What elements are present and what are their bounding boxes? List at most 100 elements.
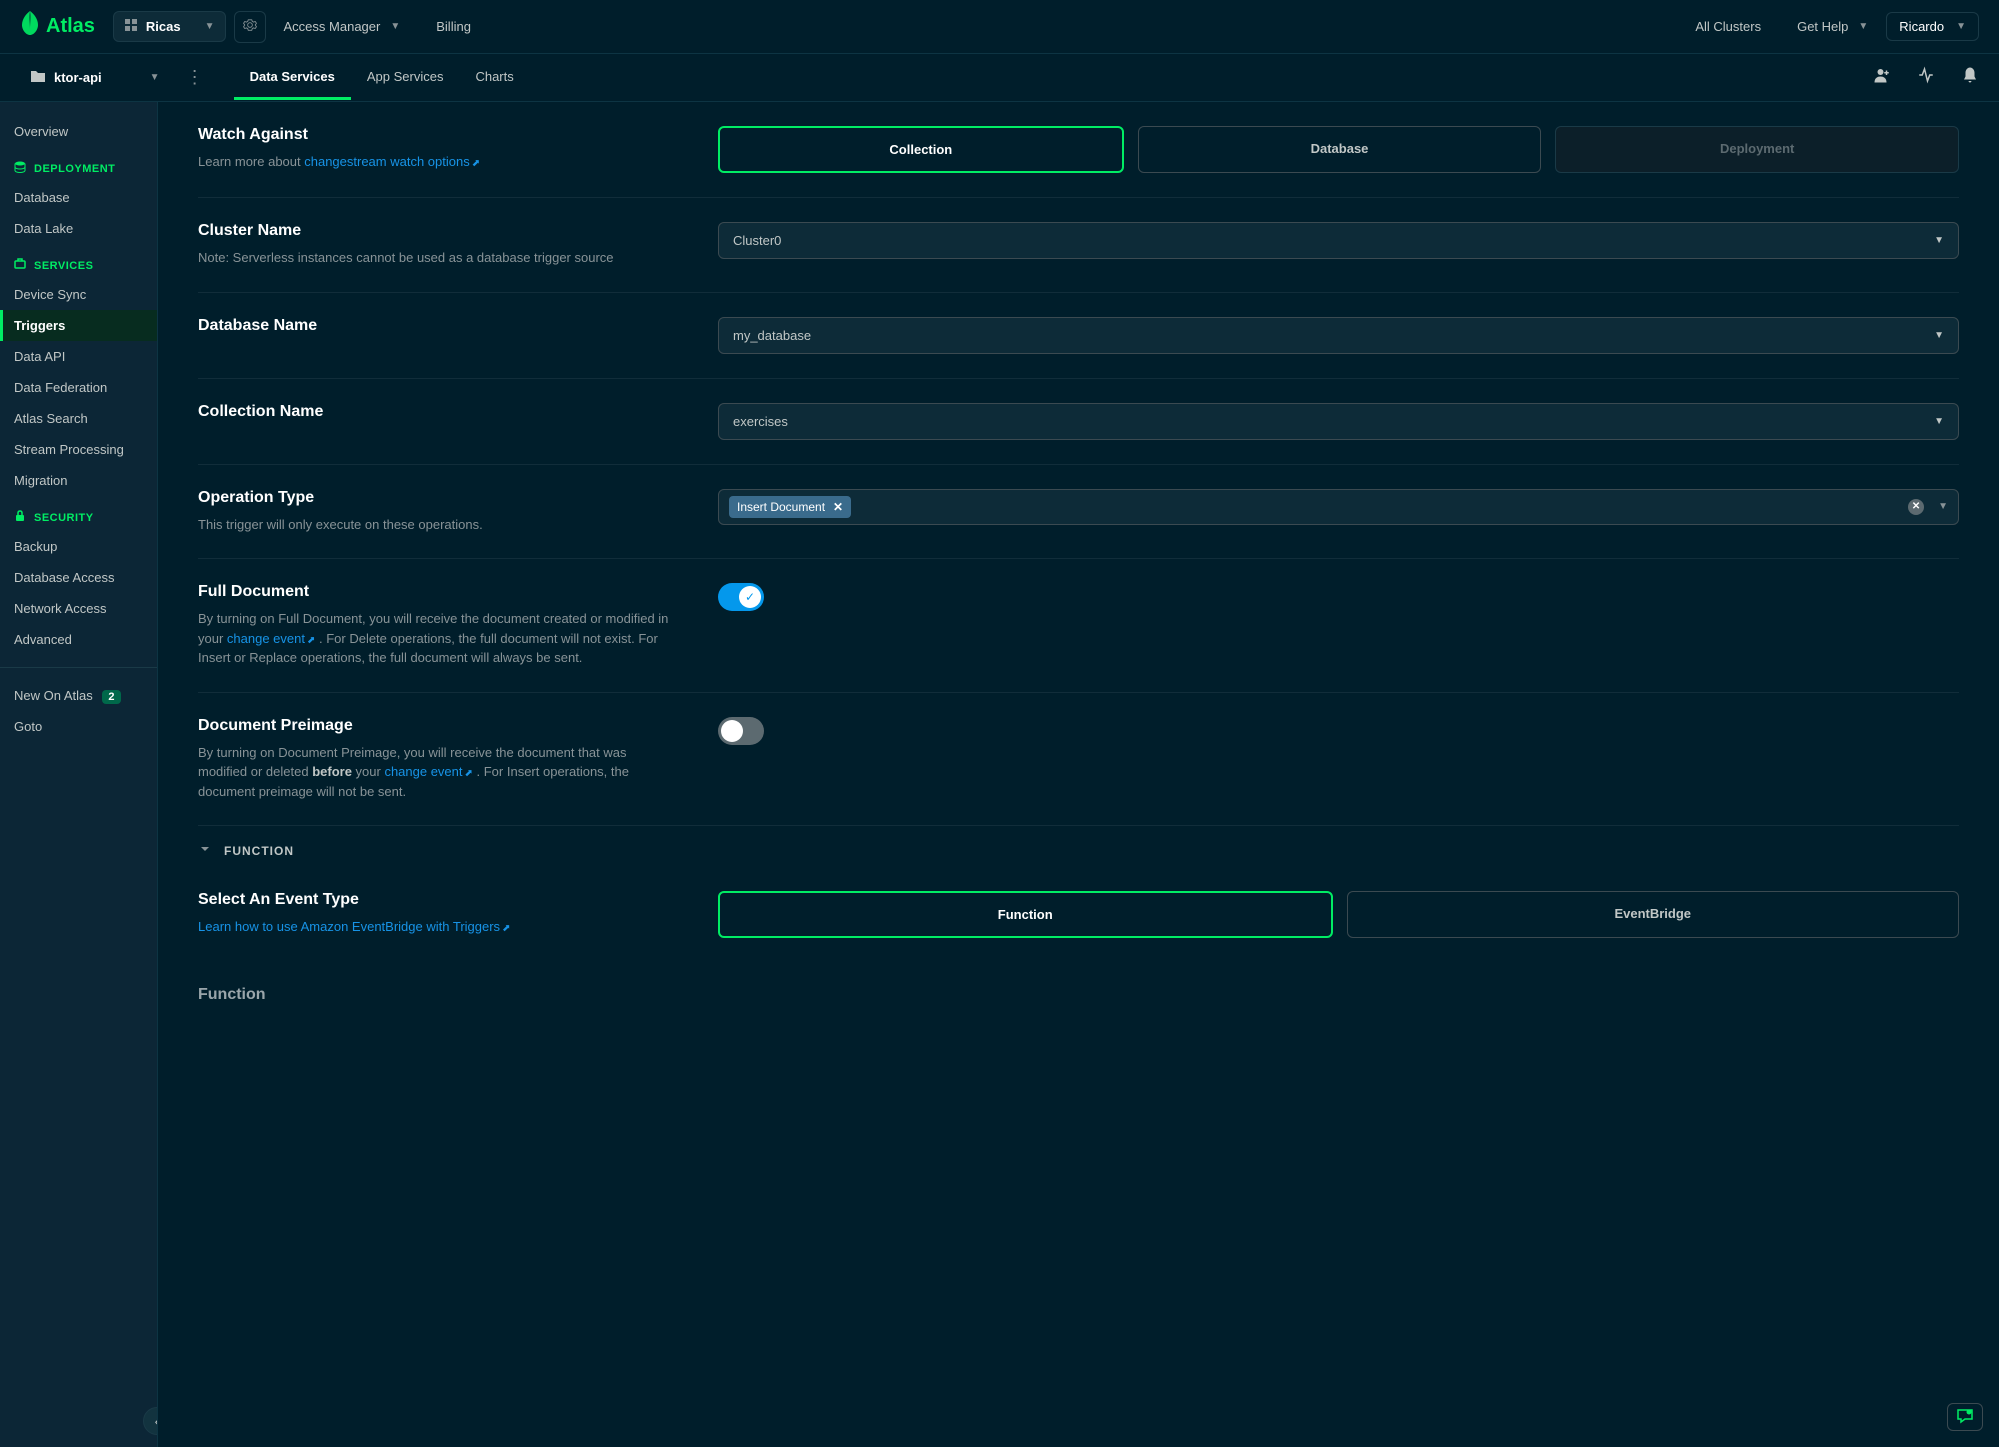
sidebar-item-migration[interactable]: Migration <box>0 465 157 496</box>
sidebar: Overview DEPLOYMENT Database Data Lake S… <box>0 102 158 1447</box>
project-name: ktor-api <box>54 70 102 85</box>
row-database-name: Database Name my_database ▼ <box>198 293 1959 379</box>
bell-icon[interactable] <box>1961 66 1979 89</box>
database-name-title: Database Name <box>198 317 678 335</box>
eventbridge-link[interactable]: Learn how to use Amazon EventBridge with… <box>198 919 510 934</box>
tab-data-services[interactable]: Data Services <box>234 56 351 100</box>
clear-all-icon[interactable]: ✕ <box>1908 499 1924 515</box>
check-icon: ✓ <box>745 590 755 604</box>
project-kebab-menu[interactable]: ⋮ <box>180 61 210 94</box>
sidebar-item-network-access[interactable]: Network Access <box>0 593 157 624</box>
sidebar-item-advanced[interactable]: Advanced <box>0 624 157 655</box>
sidebar-collapse-button[interactable]: ‹ <box>143 1407 158 1435</box>
org-icon <box>124 18 138 35</box>
cluster-name-note: Note: Serverless instances cannot be use… <box>198 248 678 268</box>
watch-against-group: Collection Database Deployment <box>718 126 1959 173</box>
sidebar-item-data-api[interactable]: Data API <box>0 341 157 372</box>
full-document-desc: By turning on Full Document, you will re… <box>198 609 678 668</box>
operation-tag: Insert Document ✕ <box>729 496 851 518</box>
chevron-down-icon: ▼ <box>1934 416 1944 427</box>
collection-select[interactable]: exercises ▼ <box>718 403 1959 440</box>
database-stack-icon <box>14 161 26 176</box>
row-function: Function <box>198 962 1959 1012</box>
change-event-link[interactable]: change event⬈ <box>227 631 315 646</box>
sidebar-item-goto[interactable]: Goto <box>0 711 157 742</box>
sidebar-item-stream-processing[interactable]: Stream Processing <box>0 434 157 465</box>
sidebar-item-data-federation[interactable]: Data Federation <box>0 372 157 403</box>
document-preimage-title: Document Preimage <box>198 717 678 735</box>
chevron-down-icon: ▼ <box>390 21 400 32</box>
access-manager-link[interactable]: Access Manager ▼ <box>266 19 419 34</box>
settings-button[interactable] <box>234 11 266 43</box>
row-event-type: Select An Event Type Learn how to use Am… <box>198 867 1959 962</box>
get-help-link[interactable]: Get Help ▼ <box>1779 19 1886 34</box>
chevron-down-icon: ▼ <box>1938 501 1948 512</box>
row-operation-type: Operation Type This trigger will only ex… <box>198 465 1959 560</box>
sidebar-item-backup[interactable]: Backup <box>0 531 157 562</box>
changestream-link[interactable]: changestream watch options⬈ <box>304 154 480 169</box>
tab-app-services[interactable]: App Services <box>351 56 460 100</box>
function-section-header[interactable]: FUNCTION <box>198 826 1959 867</box>
sidebar-section-services: SERVICES <box>0 244 157 279</box>
chevron-down-icon: ▼ <box>150 72 160 83</box>
row-cluster-name: Cluster Name Note: Serverless instances … <box>198 198 1959 293</box>
full-document-title: Full Document <box>198 583 678 601</box>
sidebar-item-database-access[interactable]: Database Access <box>0 562 157 593</box>
cluster-name-title: Cluster Name <box>198 222 678 240</box>
chat-widget[interactable] <box>1947 1403 1983 1431</box>
chevron-down-icon: ▼ <box>1934 330 1944 341</box>
external-link-icon: ⬈ <box>472 158 480 169</box>
sidebar-section-deployment: DEPLOYMENT <box>0 147 157 182</box>
sidebar-item-triggers[interactable]: Triggers <box>0 310 157 341</box>
chevron-down-icon: ▼ <box>1956 21 1966 32</box>
watch-against-desc: Learn more about changestream watch opti… <box>198 152 678 172</box>
external-link-icon: ⬈ <box>502 923 510 934</box>
services-icon <box>14 258 26 273</box>
brand-name: Atlas <box>46 15 95 38</box>
top-nav: Atlas Ricas ▼ Access Manager ▼ Billing A… <box>0 0 1999 54</box>
event-function-button[interactable]: Function <box>718 891 1333 938</box>
watch-database-button[interactable]: Database <box>1138 126 1542 173</box>
chevron-down-icon: ▼ <box>1858 21 1868 32</box>
row-collection-name: Collection Name exercises ▼ <box>198 379 1959 465</box>
new-badge: 2 <box>102 690 120 704</box>
user-menu[interactable]: Ricardo ▼ <box>1886 12 1979 41</box>
activity-icon[interactable] <box>1917 66 1935 89</box>
collection-name-title: Collection Name <box>198 403 678 421</box>
event-type-group: Function EventBridge <box>718 891 1959 938</box>
logo[interactable]: Atlas <box>20 11 95 42</box>
tab-charts[interactable]: Charts <box>459 56 529 100</box>
event-eventbridge-button[interactable]: EventBridge <box>1347 891 1960 938</box>
watch-collection-button[interactable]: Collection <box>718 126 1124 173</box>
document-preimage-toggle[interactable] <box>718 717 764 745</box>
external-link-icon: ⬈ <box>465 768 473 779</box>
main-content: Watch Against Learn more about changestr… <box>158 102 1999 1447</box>
change-event-link[interactable]: change event⬈ <box>384 764 472 779</box>
toggle-knob: ✓ <box>739 586 761 608</box>
event-type-title: Select An Event Type <box>198 891 678 909</box>
sidebar-item-new-on-atlas[interactable]: New On Atlas 2 <box>0 680 157 711</box>
billing-link[interactable]: Billing <box>418 19 489 34</box>
row-watch-against: Watch Against Learn more about changestr… <box>198 102 1959 198</box>
sidebar-item-data-lake[interactable]: Data Lake <box>0 213 157 244</box>
chevron-down-icon: ▼ <box>1934 235 1944 246</box>
all-clusters-link[interactable]: All Clusters <box>1677 19 1779 34</box>
watch-deployment-button: Deployment <box>1555 126 1959 173</box>
database-select[interactable]: my_database ▼ <box>718 317 1959 354</box>
chat-icon <box>1956 1408 1974 1427</box>
sidebar-item-database[interactable]: Database <box>0 182 157 213</box>
sidebar-item-atlas-search[interactable]: Atlas Search <box>0 403 157 434</box>
org-selector[interactable]: Ricas ▼ <box>113 11 226 42</box>
remove-tag-icon[interactable]: ✕ <box>833 500 843 514</box>
operation-type-input[interactable]: Insert Document ✕ ✕ ▼ <box>718 489 1959 525</box>
gear-icon <box>243 18 257 35</box>
invite-user-icon[interactable] <box>1873 66 1891 89</box>
project-selector[interactable]: ktor-api ▼ <box>20 63 170 92</box>
sidebar-item-overview[interactable]: Overview <box>0 116 157 147</box>
full-document-toggle[interactable]: ✓ <box>718 583 764 611</box>
cluster-select[interactable]: Cluster0 ▼ <box>718 222 1959 259</box>
sidebar-section-security: SECURITY <box>0 496 157 531</box>
sidebar-item-device-sync[interactable]: Device Sync <box>0 279 157 310</box>
chevron-down-icon <box>198 842 212 859</box>
chevron-down-icon: ▼ <box>205 21 215 32</box>
